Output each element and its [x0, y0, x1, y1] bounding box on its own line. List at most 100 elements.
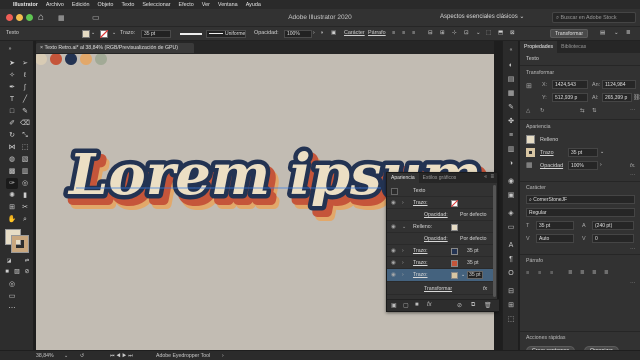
more-options-icon[interactable]: ⋯ — [630, 247, 635, 253]
justify-center-icon[interactable]: ≣ — [580, 270, 585, 276]
menu-archivo[interactable]: Archivo — [46, 2, 64, 8]
envelope-icon[interactable]: ⊠ — [510, 30, 515, 36]
tab-estilos-graficos[interactable]: Estilos gráficos — [419, 173, 461, 183]
ruler-icon[interactable]: ▤ — [600, 30, 605, 36]
artboard-navigation[interactable]: ⏮ ◀ ▶ ⏭ — [110, 353, 133, 360]
add-stroke-icon[interactable]: ▢ — [403, 302, 409, 309]
stroke-label[interactable]: Trazo — [540, 150, 554, 156]
appearance-fill-row[interactable]: ◉ ⌄ Relleno: — [387, 221, 495, 233]
rotate-field[interactable]: ↻ — [540, 108, 545, 114]
none-mode-icon[interactable]: ⊘ — [21, 267, 33, 278]
chevron-down-icon[interactable]: ⌄ — [461, 272, 465, 278]
recolor-icon[interactable]: ◑ — [320, 30, 323, 36]
collapse-icon[interactable]: « — [484, 174, 487, 180]
paragraph-panel-link[interactable]: Párrafo — [368, 30, 386, 36]
swap-colors-icon[interactable]: ⇄ — [21, 256, 33, 267]
arrange-documents-icon[interactable]: ▭ — [92, 13, 100, 22]
eraser-tool-icon[interactable]: ⌫ — [19, 118, 31, 129]
stroke-weight-field[interactable]: 35 pt — [568, 148, 598, 157]
duplicate-item-icon[interactable]: ⧉ — [471, 302, 475, 309]
transparency-panel-icon[interactable]: ◑ — [506, 159, 516, 169]
graphic-styles-icon[interactable]: ▣ — [506, 191, 516, 201]
screen-mode-icon[interactable]: ▭ — [6, 291, 18, 302]
zoom-tool-icon[interactable]: ⌕ — [19, 214, 31, 225]
warp-icon[interactable]: ⬚ — [486, 30, 491, 36]
chevron-down-icon[interactable]: ⌄ — [64, 353, 68, 359]
visibility-eye-icon[interactable]: ◉ — [391, 248, 396, 254]
width-field[interactable]: 1124,984 — [602, 80, 636, 89]
tab-apariencia[interactable]: Apariencia — [387, 173, 419, 183]
shape-builder-tool-icon[interactable]: ◍ — [6, 154, 18, 165]
stroke-weight-field[interactable]: 35 pt — [141, 30, 171, 38]
stroke-swatch[interactable] — [451, 259, 458, 267]
curvature-tool-icon[interactable]: ∫ — [19, 82, 31, 93]
constrain-proportions-icon[interactable]: ⛓ — [633, 94, 640, 101]
symbols-panel-icon[interactable]: ✤ — [506, 117, 516, 127]
chevron-right-icon[interactable]: › — [313, 30, 315, 36]
visibility-eye-icon[interactable]: ◉ — [391, 272, 396, 278]
kerning-field[interactable]: Auto — [536, 234, 574, 243]
brushes-panel-icon[interactable]: ✎ — [506, 103, 516, 113]
stroke-color-swatch[interactable] — [11, 235, 29, 253]
align-center-icon[interactable]: ≡ — [538, 270, 541, 276]
shaper-tool-icon[interactable]: ✐ — [6, 118, 18, 129]
eyedropper-tool-icon[interactable]: ✑ — [6, 178, 18, 189]
chevron-right-icon[interactable]: › — [600, 162, 602, 168]
chevron-right-icon[interactable]: › — [402, 260, 404, 266]
opacity-label[interactable]: Opacidad — [540, 163, 563, 169]
more-options-icon[interactable]: ⋯ — [630, 173, 635, 179]
magic-wand-tool-icon[interactable]: ✧ — [6, 70, 18, 81]
layers-panel-icon[interactable]: ◈ — [506, 209, 516, 219]
stroke-label[interactable]: Trazo: — [413, 272, 428, 278]
y-field[interactable]: 512,939 p — [552, 93, 588, 102]
default-colors-icon[interactable]: ◪ — [3, 256, 15, 267]
reference-point-icon[interactable]: ⊞ — [526, 82, 532, 90]
appearance-opacity-row[interactable]: Opacidad: Por defecto — [387, 209, 495, 221]
zoom-level[interactable]: 38,84% — [36, 353, 54, 359]
align-right-icon[interactable]: ≡ — [550, 270, 553, 276]
chevron-down-icon[interactable]: ⌄ — [476, 30, 481, 36]
appearance-object-row[interactable]: Texto — [387, 185, 495, 197]
opacity-label[interactable]: Opacidad: — [424, 212, 448, 218]
chevron-right-icon[interactable]: › — [222, 353, 224, 359]
justify-right-icon[interactable]: ≣ — [592, 270, 597, 276]
line-tool-icon[interactable]: ╱ — [19, 94, 31, 105]
color-panel-icon[interactable]: ◐ — [506, 61, 516, 71]
style-icon[interactable]: ▣ — [331, 30, 336, 36]
menu-ayuda[interactable]: Ayuda — [246, 2, 261, 8]
stroke-weight-field[interactable]: 35 pt — [467, 271, 483, 279]
chevron-right-icon[interactable]: › — [402, 272, 404, 278]
home-icon[interactable]: ⌂ — [38, 12, 44, 23]
color-guide-icon[interactable]: ▤ — [506, 75, 516, 85]
appearance-scrollbar[interactable] — [493, 185, 496, 297]
anchor-point-icon[interactable]: ⊹ — [452, 30, 457, 36]
chevron-down-icon[interactable]: ⌄ — [600, 149, 604, 155]
chevron-down-icon[interactable]: ⌄ — [112, 30, 116, 36]
transform-effect-link[interactable]: Transformar — [424, 286, 452, 292]
chevron-right-icon[interactable]: › — [402, 200, 404, 206]
direct-selection-tool-icon[interactable]: ➢ — [19, 58, 31, 69]
type-tool-icon[interactable]: T — [6, 94, 18, 105]
edit-toolbar-icon[interactable]: ⋯ — [6, 303, 18, 314]
collapse-toolbar-icon[interactable]: » — [4, 44, 16, 55]
align-object-icon[interactable]: ⊟ — [428, 30, 433, 36]
font-family-select[interactable]: ⌕ CornerStoneJF — [526, 195, 635, 204]
stroke-label[interactable]: Trazo: — [413, 200, 428, 206]
fx-icon[interactable]: fx. — [630, 163, 636, 169]
appearance-effect-row[interactable]: Transformar fx — [387, 283, 495, 295]
close-icon[interactable]: × — [40, 45, 43, 51]
transform-button[interactable]: Transformar — [550, 29, 589, 38]
menu-efecto[interactable]: Efecto — [179, 2, 194, 8]
visibility-eye-icon[interactable]: ◉ — [391, 200, 396, 206]
gradient-tool-icon[interactable]: ▥ — [19, 166, 31, 177]
stroke-swatch[interactable] — [451, 247, 458, 255]
appearance-stroke-row-selected[interactable]: ◉ › Trazo: ⌄ 35 pt — [387, 269, 495, 282]
selection-tool-icon[interactable]: ➤ — [6, 58, 18, 69]
appearance-opacity-row[interactable]: Opacidad: Por defecto — [387, 233, 495, 245]
x-field[interactable]: 1424,543 — [552, 80, 588, 89]
height-field[interactable]: 265,399 p — [602, 93, 632, 102]
stroke-swatch[interactable] — [526, 148, 535, 157]
gradient-panel-icon[interactable]: ▥ — [506, 145, 516, 155]
stroke-swatch[interactable] — [451, 271, 458, 279]
justify-all-icon[interactable]: ≣ — [604, 270, 609, 276]
